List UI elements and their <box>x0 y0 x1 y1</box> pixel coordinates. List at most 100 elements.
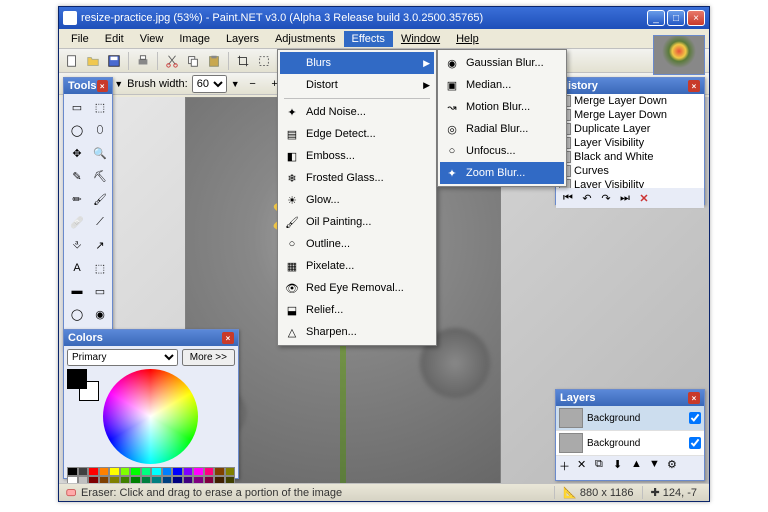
tools-close-button[interactable]: × <box>97 80 108 92</box>
tool-lasso[interactable]: ⬚ <box>89 96 111 118</box>
minimize-button[interactable]: _ <box>647 10 665 26</box>
layers-close-button[interactable]: × <box>688 392 700 404</box>
brush-dec-button[interactable]: − <box>244 75 262 93</box>
cut-button[interactable] <box>163 52 181 70</box>
blurs-median[interactable]: ▣Median... <box>440 74 564 96</box>
tool-pencil[interactable]: ✎ <box>66 165 88 187</box>
tool-paint-bucket[interactable]: 🖌 <box>89 188 111 210</box>
colors-close-button[interactable]: × <box>222 332 234 344</box>
color-mode-select[interactable]: Primary <box>67 349 178 366</box>
print-button[interactable] <box>134 52 152 70</box>
blurs-zoom[interactable]: ✦Zoom Blur... <box>440 162 564 184</box>
color-wheel[interactable] <box>103 369 198 464</box>
menu-effects[interactable]: Effects <box>344 31 393 47</box>
tool-ellipse-select[interactable]: ◯ <box>66 119 88 141</box>
layer-item[interactable]: Background <box>556 431 704 456</box>
palette-color[interactable] <box>172 467 183 476</box>
history-close-button[interactable]: × <box>688 80 700 92</box>
tool-color-picker[interactable]: ⛏ <box>89 165 111 187</box>
history-item[interactable]: Layer Visibility <box>556 136 704 150</box>
history-item[interactable]: Duplicate Layer <box>556 122 704 136</box>
palette-color[interactable] <box>67 467 78 476</box>
history-item[interactable]: Curves <box>556 164 704 178</box>
palette-color[interactable] <box>151 467 162 476</box>
open-button[interactable] <box>84 52 102 70</box>
tool-text[interactable]: A <box>66 257 88 279</box>
tool-rounded-rect[interactable]: ▭ <box>89 280 111 302</box>
palette-color[interactable] <box>214 467 225 476</box>
effects-edge-detect[interactable]: ▤Edge Detect... <box>280 123 434 145</box>
paste-button[interactable] <box>205 52 223 70</box>
layer-props-button[interactable]: ⚙ <box>667 458 683 474</box>
blurs-motion[interactable]: ↝Motion Blur... <box>440 96 564 118</box>
history-redo-button[interactable]: ↷ <box>598 190 614 206</box>
layer-delete-button[interactable]: ✕ <box>577 458 593 474</box>
menu-layers[interactable]: Layers <box>218 31 267 47</box>
document-thumbnail[interactable] <box>653 35 705 75</box>
history-forward-button[interactable]: ⏭ <box>617 190 633 206</box>
history-item[interactable]: Merge Layer Down <box>556 94 704 108</box>
layer-item[interactable]: Background <box>556 406 704 431</box>
effects-blurs[interactable]: Blurs▶ <box>280 52 434 74</box>
tool-ellipse[interactable]: ◯ <box>66 303 88 325</box>
effects-outline[interactable]: ○Outline... <box>280 233 434 255</box>
history-item[interactable]: Merge Layer Down <box>556 108 704 122</box>
tool-clone[interactable]: 🩹 <box>66 211 88 233</box>
palette-color[interactable] <box>120 467 131 476</box>
layer-visibility-checkbox[interactable] <box>689 412 701 424</box>
history-rewind-button[interactable]: ⏮ <box>560 190 576 206</box>
save-button[interactable] <box>105 52 123 70</box>
effects-frosted-glass[interactable]: ❄Frosted Glass... <box>280 167 434 189</box>
layer-down-button[interactable]: ▼ <box>649 458 665 474</box>
layer-up-button[interactable]: ▲ <box>631 458 647 474</box>
blurs-gaussian[interactable]: ◉Gaussian Blur... <box>440 52 564 74</box>
effects-emboss[interactable]: ◧Emboss... <box>280 145 434 167</box>
tool-rect-select[interactable]: ▭ <box>66 96 88 118</box>
palette-color[interactable] <box>130 467 141 476</box>
tool-zoom[interactable]: 🔍 <box>89 142 111 164</box>
effects-red-eye[interactable]: 👁Red Eye Removal... <box>280 277 434 299</box>
tool-move[interactable]: ✥ <box>66 142 88 164</box>
menu-edit[interactable]: Edit <box>97 31 132 47</box>
effects-relief[interactable]: ⬓Relief... <box>280 299 434 321</box>
tool-filled-ellipse[interactable]: ◉ <box>89 303 111 325</box>
deselect-button[interactable] <box>255 52 273 70</box>
palette-color[interactable] <box>99 467 110 476</box>
palette-color[interactable] <box>162 467 173 476</box>
effects-sharpen[interactable]: △Sharpen... <box>280 321 434 343</box>
blurs-radial[interactable]: ◎Radial Blur... <box>440 118 564 140</box>
menu-window[interactable]: Window <box>393 31 448 47</box>
effects-add-noise[interactable]: ✦Add Noise... <box>280 101 434 123</box>
layer-merge-button[interactable]: ⬇ <box>613 458 629 474</box>
tool-brush[interactable]: ✏ <box>66 188 88 210</box>
tool-line[interactable]: ⟋ <box>89 211 111 233</box>
color-swatches[interactable] <box>67 369 99 401</box>
copy-button[interactable] <box>184 52 202 70</box>
menu-view[interactable]: View <box>132 31 172 47</box>
menu-image[interactable]: Image <box>171 31 218 47</box>
effects-distort[interactable]: Distort▶ <box>280 74 434 96</box>
tool-move-selection[interactable]: ↗ <box>89 234 111 256</box>
history-delete-button[interactable]: ✕ <box>636 190 652 206</box>
menu-help[interactable]: Help <box>448 31 487 47</box>
tool-recolor[interactable]: ⎀ <box>66 234 88 256</box>
history-item[interactable]: Black and White <box>556 150 704 164</box>
foreground-swatch[interactable] <box>67 369 87 389</box>
close-button[interactable]: × <box>687 10 705 26</box>
new-button[interactable] <box>63 52 81 70</box>
brush-width-select[interactable]: 60 <box>192 75 227 93</box>
effects-pixelate[interactable]: ▦Pixelate... <box>280 255 434 277</box>
tool-freeform[interactable]: ⬯ <box>89 119 111 141</box>
palette-color[interactable] <box>109 467 120 476</box>
blurs-unfocus[interactable]: ○Unfocus... <box>440 140 564 162</box>
menu-file[interactable]: File <box>63 31 97 47</box>
history-undo-button[interactable]: ↶ <box>579 190 595 206</box>
layer-visibility-checkbox[interactable] <box>689 437 701 449</box>
palette-color[interactable] <box>78 467 89 476</box>
palette-color[interactable] <box>193 467 204 476</box>
maximize-button[interactable]: □ <box>667 10 685 26</box>
layer-duplicate-button[interactable]: ⧉ <box>595 458 611 474</box>
colors-more-button[interactable]: More >> <box>182 349 235 366</box>
palette-color[interactable] <box>141 467 152 476</box>
palette-color[interactable] <box>204 467 215 476</box>
